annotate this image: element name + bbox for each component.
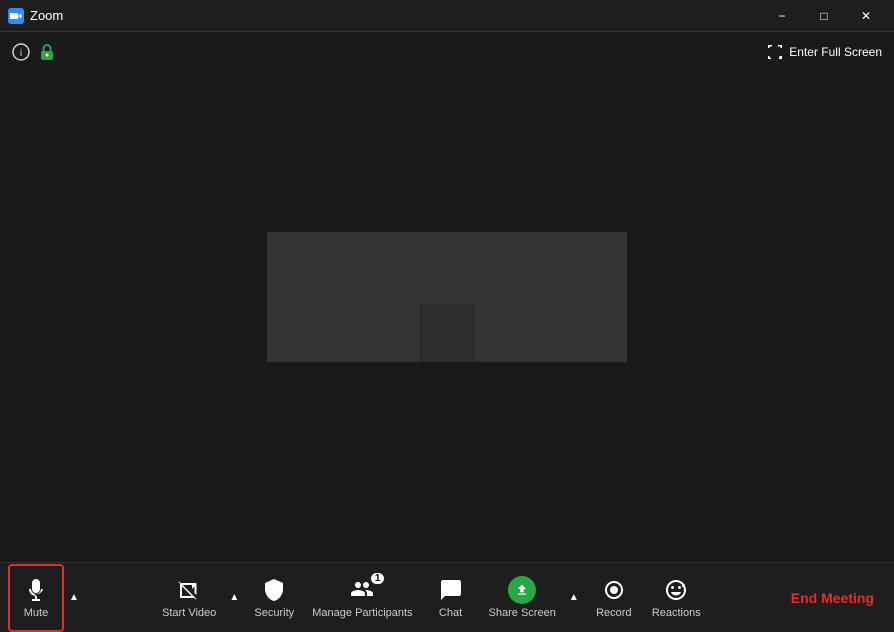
- record-icon: [600, 576, 628, 604]
- share-screen-icon: [508, 576, 536, 604]
- fullscreen-label: Enter Full Screen: [789, 45, 882, 59]
- mosaic-top-row: [267, 232, 627, 304]
- record-label: Record: [596, 607, 631, 619]
- security-icon: [260, 576, 288, 604]
- fullscreen-button[interactable]: Enter Full Screen: [789, 45, 882, 59]
- top-overlay-right: Enter Full Screen: [767, 44, 882, 60]
- start-video-label: Start Video: [162, 607, 216, 619]
- maximize-button[interactable]: □: [804, 0, 844, 32]
- minimize-button[interactable]: −: [762, 0, 802, 32]
- app-title: Zoom: [30, 8, 63, 23]
- video-off-icon: [175, 576, 203, 604]
- toolbar-center: Start Video ▲ Security 1 Manage Particip…: [84, 566, 779, 630]
- manage-participants-button[interactable]: 1 Manage Participants: [304, 566, 420, 630]
- mute-button[interactable]: Mute: [10, 566, 62, 630]
- share-icon-circle: [508, 576, 536, 604]
- mute-chevron-button[interactable]: ▲: [64, 566, 84, 630]
- reactions-label: Reactions: [652, 607, 701, 619]
- toolbar: Mute ▲ Start Video ▲ Security: [0, 562, 894, 632]
- security-button[interactable]: Security: [244, 566, 304, 630]
- mute-label: Mute: [24, 607, 48, 619]
- mute-wrapper: Mute: [8, 564, 64, 632]
- start-video-button[interactable]: Start Video: [154, 566, 224, 630]
- share-screen-button[interactable]: Share Screen: [481, 566, 564, 630]
- security-lock-icon: [38, 43, 56, 61]
- video-cell-4: [474, 304, 627, 363]
- top-overlay: i Enter Full Screen: [0, 32, 894, 72]
- manage-participants-label: Manage Participants: [312, 607, 412, 619]
- end-meeting-button[interactable]: End Meeting: [779, 582, 886, 614]
- reactions-icon: [662, 576, 690, 604]
- participants-icon-wrapper: 1: [350, 577, 374, 604]
- security-label: Security: [254, 607, 294, 619]
- title-bar: Zoom − □ ✕: [0, 0, 894, 32]
- toolbar-left: Mute ▲: [8, 564, 84, 632]
- title-bar-left: Zoom: [8, 8, 63, 24]
- toolbar-right: End Meeting: [779, 582, 886, 614]
- chat-button[interactable]: Chat: [421, 566, 481, 630]
- chat-label: Chat: [439, 607, 462, 619]
- video-cell-2: [267, 304, 420, 363]
- svg-text:i: i: [20, 48, 22, 59]
- chat-icon: [437, 576, 465, 604]
- video-cell-3: [422, 304, 472, 363]
- video-mosaic: [267, 232, 627, 362]
- record-button[interactable]: Record: [584, 566, 644, 630]
- share-screen-label: Share Screen: [489, 607, 556, 619]
- fullscreen-icon: [767, 44, 783, 60]
- info-icon: i: [12, 43, 30, 61]
- zoom-app-icon: [8, 8, 24, 24]
- video-cell-1: [267, 232, 627, 304]
- reactions-button[interactable]: Reactions: [644, 566, 709, 630]
- close-button[interactable]: ✕: [846, 0, 886, 32]
- mute-icon: [22, 576, 50, 604]
- participant-count: 1: [371, 573, 385, 584]
- video-chevron-button[interactable]: ▲: [224, 566, 244, 630]
- title-bar-controls: − □ ✕: [762, 0, 886, 32]
- top-overlay-left: i: [12, 43, 56, 61]
- share-chevron-button[interactable]: ▲: [564, 566, 584, 630]
- main-video-area: i Enter Full Screen: [0, 32, 894, 562]
- mosaic-bottom-row: [267, 304, 627, 363]
